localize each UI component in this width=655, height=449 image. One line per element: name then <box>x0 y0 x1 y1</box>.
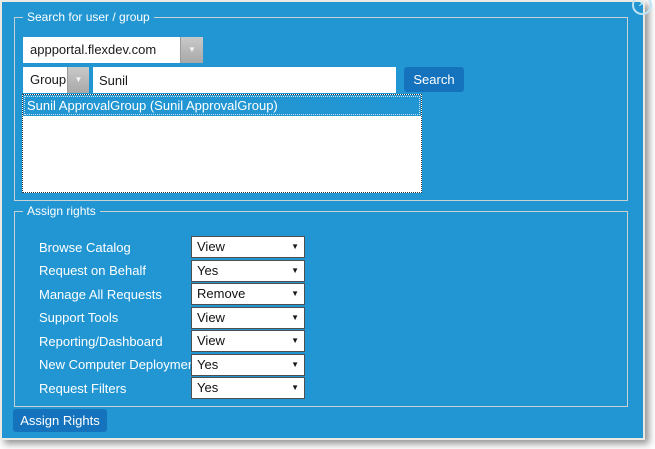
search-type-select-value: Group <box>30 72 66 87</box>
rights-row-request-filters: Request Filters Yes ▼ <box>39 377 305 399</box>
select-value: Yes <box>197 380 218 395</box>
rights-row-request-on-behalf: Request on Behalf Yes ▼ <box>39 260 305 282</box>
rights-row-support-tools: Support Tools View ▼ <box>39 307 305 329</box>
rights-row-new-computer-deployment: New Computer Deployment Yes ▼ <box>39 354 305 376</box>
chevron-down-icon[interactable]: ▼ <box>180 37 203 63</box>
reporting-dashboard-select[interactable]: View ▼ <box>191 330 305 352</box>
search-input[interactable] <box>93 67 396 93</box>
select-value: View <box>197 333 225 348</box>
select-value: View <box>197 239 225 254</box>
rights-label: Support Tools <box>39 310 191 325</box>
domain-select[interactable]: appportal.flexdev.com ▼ <box>23 37 203 63</box>
chevron-down-icon: ▼ <box>291 237 299 257</box>
close-icon[interactable]: ✕ <box>632 0 652 15</box>
manage-all-requests-select[interactable]: Remove ▼ <box>191 283 305 305</box>
assign-rights-button[interactable]: Assign Rights <box>13 409 107 432</box>
rights-rows: Browse Catalog View ▼ Request on Behalf … <box>39 236 305 401</box>
search-button[interactable]: Search <box>404 67 464 92</box>
assign-rights-fieldset: Assign rights Browse Catalog View ▼ Requ… <box>14 211 628 407</box>
assign-rights-dialog: Search for user / group appportal.flexde… <box>0 0 655 449</box>
chevron-down-icon: ▼ <box>291 308 299 328</box>
browse-catalog-select[interactable]: View ▼ <box>191 236 305 258</box>
chevron-down-icon: ▼ <box>291 261 299 281</box>
rights-label: Reporting/Dashboard <box>39 334 191 349</box>
select-value: View <box>197 310 225 325</box>
list-item[interactable]: Sunil ApprovalGroup (Sunil ApprovalGroup… <box>23 95 421 116</box>
rights-label: Manage All Requests <box>39 287 191 302</box>
search-type-select[interactable]: Group ▼ <box>23 67 89 93</box>
chevron-down-icon[interactable]: ▼ <box>67 67 89 93</box>
select-value: Yes <box>197 357 218 372</box>
rights-label: Request Filters <box>39 381 191 396</box>
search-fieldset-legend: Search for user / group <box>23 10 154 25</box>
chevron-down-icon: ▼ <box>291 378 299 398</box>
select-value: Yes <box>197 263 218 278</box>
select-value: Remove <box>197 286 245 301</box>
rights-label: Request on Behalf <box>39 263 191 278</box>
rights-row-reporting-dashboard: Reporting/Dashboard View ▼ <box>39 330 305 352</box>
rights-fieldset-legend: Assign rights <box>23 204 100 219</box>
chevron-down-icon: ▼ <box>291 284 299 304</box>
new-computer-deployment-select[interactable]: Yes ▼ <box>191 354 305 376</box>
chevron-down-icon: ▼ <box>291 331 299 351</box>
support-tools-select[interactable]: View ▼ <box>191 307 305 329</box>
rights-label: Browse Catalog <box>39 240 191 255</box>
search-group-fieldset: Search for user / group appportal.flexde… <box>14 17 628 201</box>
rights-label: New Computer Deployment <box>39 357 191 372</box>
rights-row-browse-catalog: Browse Catalog View ▼ <box>39 236 305 258</box>
search-results-listbox[interactable]: Sunil ApprovalGroup (Sunil ApprovalGroup… <box>22 94 422 193</box>
domain-select-value: appportal.flexdev.com <box>30 42 156 57</box>
rights-row-manage-all-requests: Manage All Requests Remove ▼ <box>39 283 305 305</box>
request-on-behalf-select[interactable]: Yes ▼ <box>191 260 305 282</box>
request-filters-select[interactable]: Yes ▼ <box>191 377 305 399</box>
chevron-down-icon: ▼ <box>291 355 299 375</box>
dialog-window: Search for user / group appportal.flexde… <box>0 0 645 440</box>
